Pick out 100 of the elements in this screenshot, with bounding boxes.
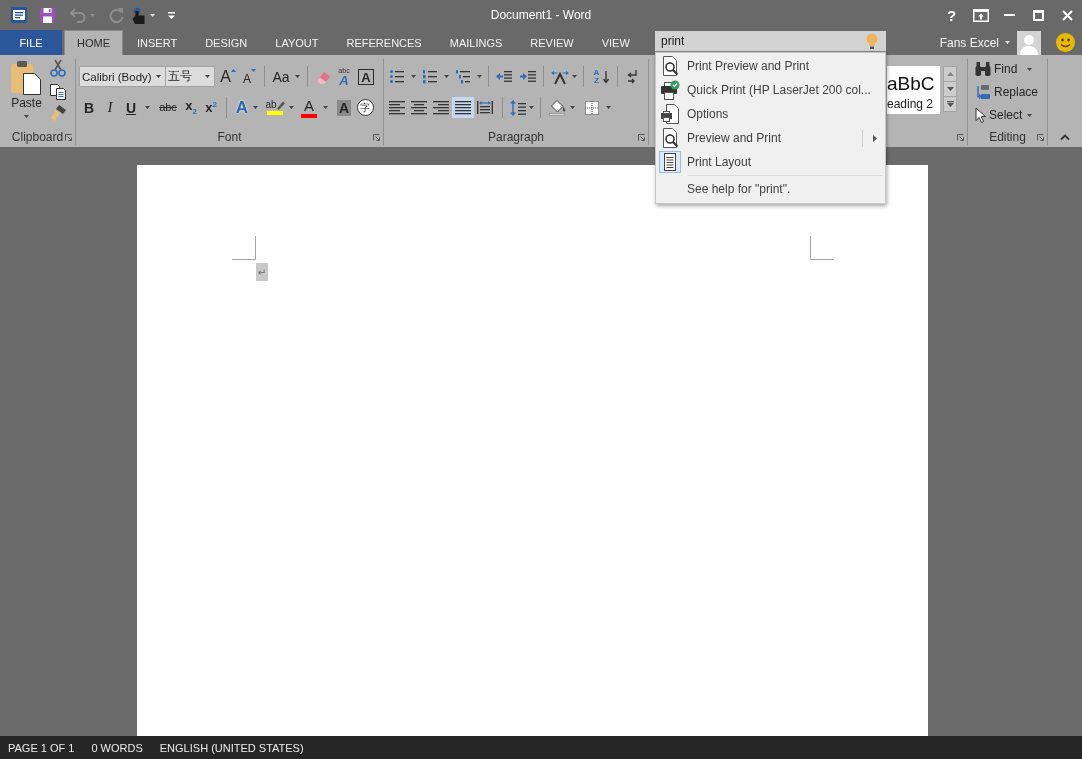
pen-icon[interactable] <box>276 101 285 110</box>
dialog-launcher-icon[interactable] <box>1037 133 1044 141</box>
style-gallery-item[interactable]: aBbC eading 2 <box>887 66 940 114</box>
ribbon-tab[interactable]: DESIGN <box>191 30 262 55</box>
gallery-more-button[interactable] <box>943 96 957 112</box>
ribbon-tab[interactable]: LAYOUT <box>261 30 333 55</box>
caret-icon[interactable] <box>1005 41 1010 44</box>
caret-icon[interactable] <box>606 106 611 109</box>
bullet-list-icon[interactable] <box>390 70 404 83</box>
caret-icon[interactable] <box>289 106 294 109</box>
gallery-down-button[interactable] <box>943 81 957 97</box>
menu-item[interactable]: Options <box>656 102 885 126</box>
indent-right-icon[interactable] <box>520 71 536 82</box>
status-item[interactable]: 0 WORDS <box>91 741 143 754</box>
font-size-dropdown[interactable]: 五号 <box>165 66 215 87</box>
window-title: Document1 - Word <box>490 8 592 22</box>
caret-icon[interactable] <box>294 75 300 78</box>
select-button[interactable]: Select <box>975 105 1033 125</box>
caret-icon[interactable] <box>570 106 575 109</box>
caret-icon[interactable] <box>253 106 258 109</box>
cursor-arrow-icon[interactable] <box>975 107 986 123</box>
superscript-button[interactable]: x$^{2}$ <box>202 97 220 118</box>
caret-icon[interactable] <box>24 115 29 118</box>
replace-button[interactable]: Replace <box>975 82 1039 102</box>
ribbon-tab[interactable]: REVIEW <box>516 30 588 55</box>
ribbon-tab[interactable]: VIEW <box>587 30 644 55</box>
return-arrow-icon[interactable] <box>627 70 637 83</box>
grow-font-button[interactable]: A <box>219 66 237 87</box>
caret-icon[interactable] <box>156 75 161 78</box>
status-item[interactable]: ENGLISH (UNITED STATES) <box>159 741 304 754</box>
file-tab[interactable]: FILE <box>0 30 62 55</box>
italic-button[interactable]: I <box>101 97 119 118</box>
save-icon[interactable] <box>40 7 55 23</box>
caret-icon[interactable] <box>1027 67 1033 71</box>
ribbon-tab[interactable]: HOME <box>64 30 123 55</box>
enclose-character-button[interactable]: 字 <box>355 97 375 118</box>
binoculars-icon[interactable] <box>975 62 991 76</box>
caret-icon[interactable] <box>323 106 328 109</box>
clipboard-icon[interactable] <box>11 60 42 95</box>
account-button[interactable]: Fans Excel <box>939 30 1010 55</box>
gallery-more-icon[interactable] <box>946 101 954 107</box>
dialog-launcher-icon[interactable] <box>957 133 964 141</box>
dialog-launcher-icon[interactable] <box>638 133 645 141</box>
caret-icon[interactable] <box>477 75 482 78</box>
down-triangle-icon[interactable] <box>251 69 256 72</box>
submenu-arrow-icon[interactable] <box>873 134 877 142</box>
menu-item[interactable]: Quick Print (HP LaserJet 200 col... <box>656 78 885 102</box>
dialog-launcher-icon[interactable] <box>65 133 72 141</box>
shrink-font-button[interactable]: A <box>241 66 258 87</box>
menu-item[interactable]: Preview and Print <box>656 126 885 150</box>
caret-icon[interactable] <box>1027 113 1033 117</box>
smiley-icon[interactable] <box>1056 33 1075 52</box>
caret-icon[interactable] <box>145 106 150 109</box>
paste-button[interactable]: Paste <box>8 59 45 118</box>
collapse-ribbon-icon[interactable] <box>1060 134 1070 140</box>
scissors-icon[interactable] <box>50 60 66 77</box>
change-case-button[interactable]: Aa <box>271 66 301 87</box>
ribbon-display-icon[interactable] <box>972 8 989 22</box>
character-border-button[interactable]: A <box>356 66 376 87</box>
caret-icon[interactable] <box>411 75 416 78</box>
dialog-launcher-icon[interactable] <box>373 133 380 141</box>
avatar-icon[interactable] <box>1017 30 1041 55</box>
help-link[interactable]: See help for "print". <box>656 177 885 201</box>
strikethrough-button[interactable]: abc <box>156 97 180 118</box>
hand-icon[interactable] <box>132 6 146 24</box>
corner-mark-icon <box>810 236 834 260</box>
ribbon-tab[interactable]: REFERENCES <box>332 30 436 55</box>
tell-me-field[interactable]: print <box>655 31 886 52</box>
caret-icon[interactable] <box>572 75 577 78</box>
app-icon[interactable] <box>11 7 27 23</box>
group-label: Font <box>217 130 242 144</box>
maximize-icon[interactable] <box>1033 9 1044 21</box>
underline-button[interactable]: U <box>122 97 140 118</box>
customize-icon[interactable] <box>168 11 175 19</box>
indent-left-icon[interactable] <box>496 71 512 82</box>
caret-icon[interactable] <box>529 106 534 109</box>
bold-button[interactable]: B <box>80 97 98 118</box>
paintbrush-icon[interactable] <box>50 105 66 121</box>
lightbulb-icon <box>866 33 878 49</box>
character-shading-button[interactable]: A <box>335 97 353 118</box>
caret-icon[interactable] <box>444 75 449 78</box>
down-arrow-icon[interactable] <box>603 70 609 83</box>
help-button[interactable]: ? <box>937 0 966 30</box>
menu-item[interactable]: Print Layout <box>656 150 885 174</box>
ribbon-tab[interactable]: MAILINGS <box>435 30 517 55</box>
ribbon-tab[interactable]: INSERT <box>123 30 192 55</box>
copy-icon[interactable] <box>50 84 66 100</box>
highlight-button[interactable]: ab <box>265 97 285 118</box>
menu-item[interactable]: Print Preview and Print <box>656 54 885 78</box>
find-button[interactable]: Find <box>975 59 1033 79</box>
replace-icon[interactable] <box>975 84 991 100</box>
font-color-button[interactable]: A <box>299 97 319 118</box>
subscript-button[interactable]: x$_{2}$ <box>182 97 200 118</box>
caret-icon[interactable] <box>205 75 210 78</box>
status-item[interactable]: PAGE 1 OF 1 <box>8 741 75 754</box>
up-triangle-icon[interactable] <box>230 69 236 72</box>
caret-icon[interactable] <box>150 13 155 17</box>
font-name-dropdown[interactable]: Calibri (Body) <box>79 66 166 87</box>
close-icon[interactable] <box>1062 9 1073 21</box>
gallery-down-icon[interactable] <box>946 87 954 91</box>
